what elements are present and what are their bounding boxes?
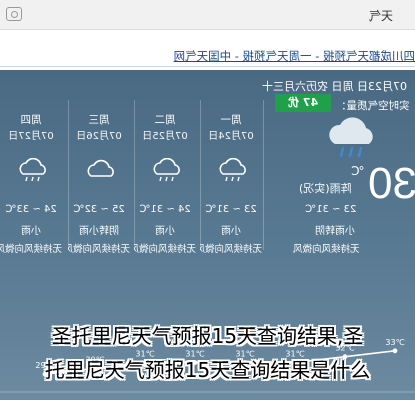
today-card[interactable]: 07月23日 周日 农历六月三十 47 优 实时空气质量： 30 ℃ 阵雨(实况… [262,70,415,265]
column-divider [263,100,264,250]
day-date: 07月24日 [208,131,254,142]
aqi-label: 实时空气质量： [335,100,410,112]
rain-cloud-icon [19,158,46,182]
temperature-unit: ℃ [351,164,365,178]
wind: 无持续风向微风 [200,244,262,255]
cloud-icon [87,159,114,177]
today-header: 07月23日 周日 农历六月三十 [262,80,407,93]
browser-toolbar: 天气 [0,0,415,30]
divider [0,66,415,67]
temp-range: 23 ~ 31℃ [205,204,257,215]
caption-line-2: 托里尼天气预报15天查询结果是什么 [44,358,371,382]
condition: 小雨 [155,226,175,237]
spacer [0,30,415,46]
breadcrumb[interactable]: 四川成都天气预报 - 一周天气预报 - 中国天气网 [150,48,415,66]
rain-cloud-icon [153,158,180,182]
temp-range: 25 ~ 32℃ [73,204,125,215]
forecast-day-4[interactable]: 周四 07月27日 24 ~ 33℃ 小雨 无持续风向微风 [0,70,62,265]
day-of-week: 周二 [154,114,176,126]
temp-range: 23 ~ 31℃ [305,204,357,215]
wind: 无持续风向微风 [0,244,62,255]
condition: 小雨 [221,226,241,237]
aqi-badge[interactable]: 47 优 [275,94,331,112]
forecast-day-3[interactable]: 周三 07月26日 25 ~ 32℃ 阴转小雨 无持续风向微风 [68,70,130,265]
condition: 阴转小雨 [79,226,119,237]
weather-panel: 周四 07月27日 24 ~ 33℃ 小雨 无持续风向微风 周三 07月26日 … [0,70,415,400]
temperature-point [392,348,398,354]
temp-range: 24 ~ 33℃ [5,204,57,215]
rain-cloud-icon [329,117,373,158]
current-condition: 阵雨(实况) [299,182,352,195]
caption-line-1: 圣托里尼天气预报15天查询结果,圣 [51,324,364,348]
day-date: 07月25日 [142,131,188,142]
current-temperature: 30 [368,159,415,208]
forecast-day-2[interactable]: 周二 07月25日 24 ~ 31℃ 小雨 无持续风向微风 [134,70,196,265]
condition: 小雨转阴 [315,226,355,237]
camera-icon[interactable] [6,7,22,21]
day-of-week: 周四 [20,114,42,126]
wind: 无持续风向微风 [134,244,196,255]
day-of-week: 周三 [88,114,110,126]
day-of-week: 周一 [220,114,242,126]
forecast-day-1[interactable]: 周一 07月24日 23 ~ 31℃ 小雨 无持续风向微风 [200,70,262,265]
wind: 无持续风向微风 [68,244,130,255]
day-date: 07月26日 [76,131,122,142]
tab-title[interactable]: 天气 [369,7,393,24]
day-date: 07月27日 [8,131,54,142]
wind: 无持续风向微风 [293,244,360,255]
temp-range: 24 ~ 31℃ [139,204,191,215]
condition: 小雨 [21,226,41,237]
rain-cloud-icon [219,158,246,182]
